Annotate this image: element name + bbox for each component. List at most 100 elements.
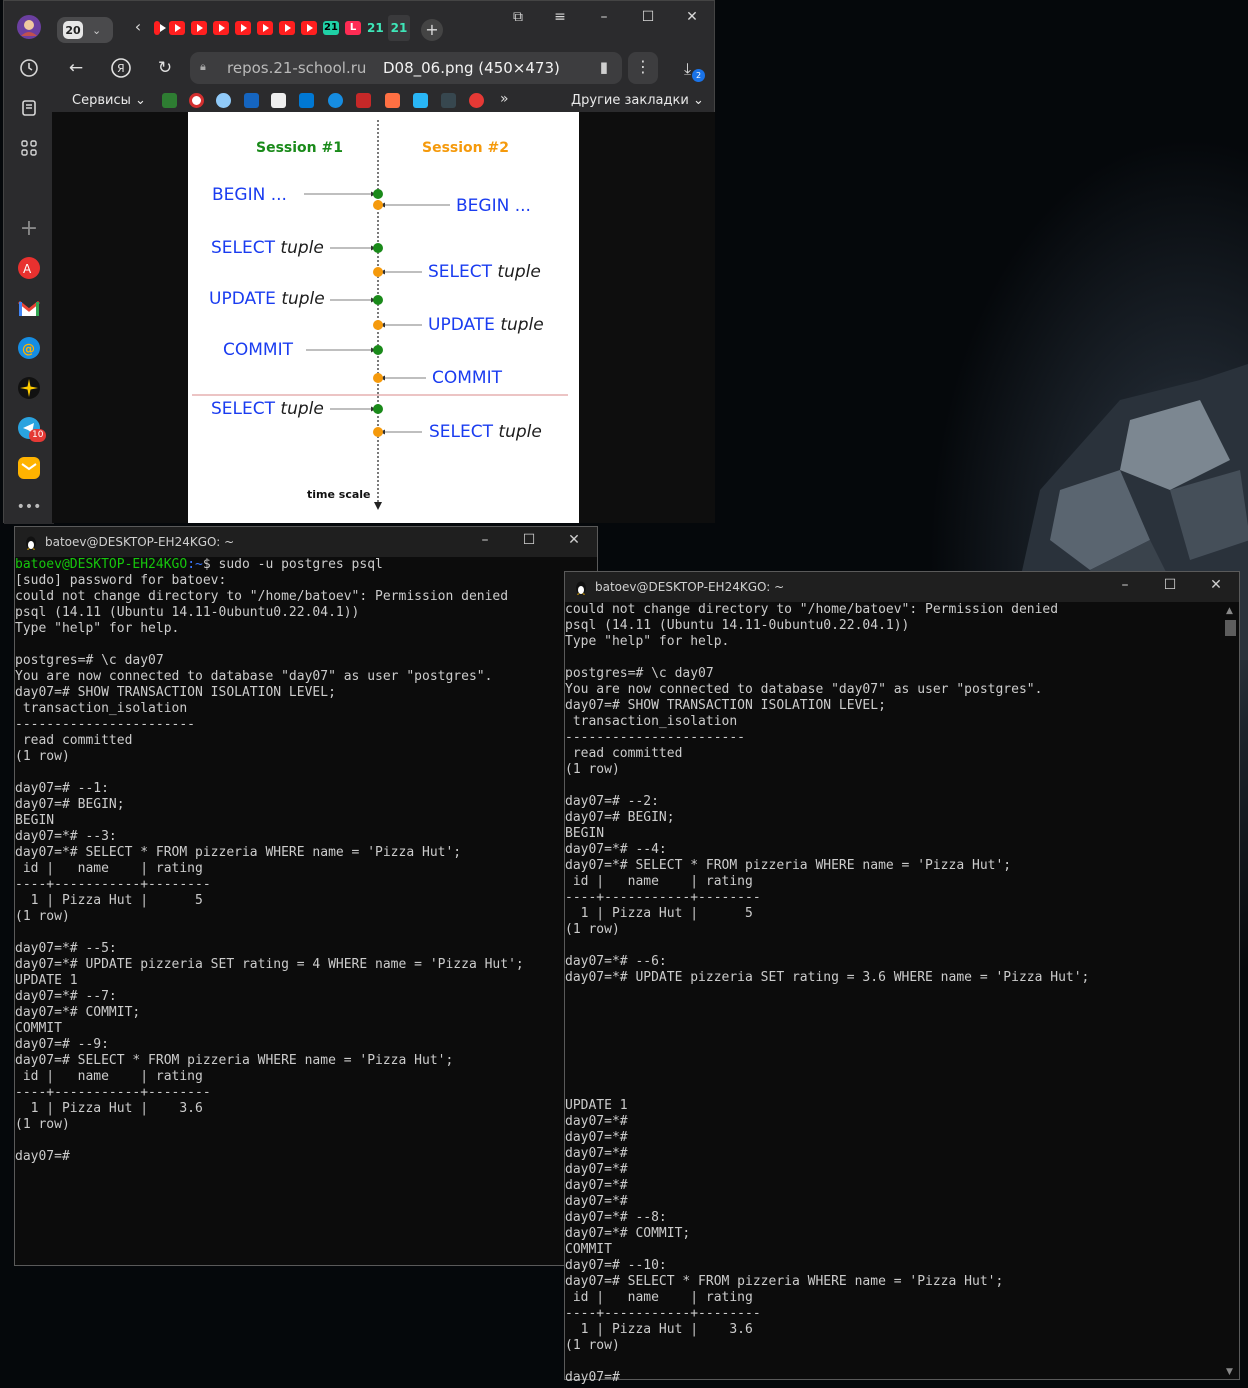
tab-favicon-youtube[interactable] bbox=[213, 21, 229, 35]
terminal-1-output[interactable]: batoev@DESKTOP-EH24KGO:~$ sudo -u postgr… bbox=[15, 557, 524, 1165]
session2-event-dot bbox=[373, 200, 383, 210]
maximize-button[interactable]: ☐ bbox=[634, 9, 662, 29]
tab-favicon-school21[interactable]: 21 bbox=[367, 21, 384, 35]
terminal-line: day07=# --2: bbox=[565, 794, 659, 809]
s1-step-cmd: SELECT bbox=[211, 238, 275, 258]
more-panels-icon[interactable]: ••• bbox=[15, 493, 43, 521]
more-options-button[interactable]: ⋮ bbox=[628, 52, 658, 84]
tab-count-button[interactable]: 20 ⌄ bbox=[57, 17, 113, 43]
navigation-bar: ← Я ↻ 🔒︎ repos.21-school.ru D08_06.png (… bbox=[54, 49, 714, 87]
bookmark-favicon[interactable] bbox=[189, 93, 204, 108]
terminal-1-titlebar[interactable]: batoev@DESKTOP-EH24KGO: ~ – ☐ ✕ bbox=[15, 527, 597, 557]
yandex-mail-icon[interactable] bbox=[15, 454, 43, 482]
bookmark-favicon[interactable] bbox=[385, 93, 400, 108]
bookmark-favicon[interactable] bbox=[162, 93, 177, 108]
back-arrow-icon[interactable]: ← bbox=[64, 57, 88, 81]
terminal-2-output[interactable]: could not change directory to "/home/bat… bbox=[565, 602, 1089, 1386]
terminal-1-minimize-button[interactable]: – bbox=[470, 532, 500, 548]
s2-step-obj: tuple bbox=[498, 422, 542, 442]
tab-favicon-school21[interactable]: 21 bbox=[323, 21, 339, 35]
downloads-icon[interactable]: ⤓ 2 bbox=[684, 59, 705, 82]
terminal-line: day07=*# --4: bbox=[565, 842, 667, 857]
telegram-icon[interactable]: 10 bbox=[15, 414, 47, 442]
mail-ru-icon[interactable]: @ bbox=[15, 334, 43, 362]
terminal-line: day07=*# --8: bbox=[565, 1210, 667, 1225]
terminal-2-scrollbar[interactable]: ▲ ▼ bbox=[1224, 606, 1237, 1377]
scroll-up-icon[interactable]: ▲ bbox=[1226, 606, 1233, 616]
other-bookmarks[interactable]: Другие закладки ⌄ bbox=[571, 93, 704, 108]
apps-grid-icon[interactable] bbox=[15, 134, 43, 162]
terminal-1-maximize-button[interactable]: ☐ bbox=[514, 532, 544, 548]
add-panel-icon[interactable]: + bbox=[15, 214, 43, 242]
tab-favicon-lms[interactable]: L bbox=[345, 21, 361, 35]
gmail-icon[interactable] bbox=[15, 294, 43, 322]
history-icon[interactable] bbox=[15, 54, 43, 82]
collections-icon[interactable] bbox=[15, 94, 43, 122]
tab-favicon-school21-active[interactable]: 21 bbox=[388, 15, 410, 41]
tab-favicon-youtube[interactable] bbox=[257, 21, 273, 35]
reload-icon[interactable]: ↻ bbox=[153, 57, 177, 81]
terminal-line: 1 | Pizza Hut | 3.6 bbox=[565, 1322, 753, 1337]
bookmark-favicon[interactable] bbox=[299, 93, 314, 108]
s1-step-obj: tuple bbox=[280, 238, 324, 258]
tab-favicon-youtube[interactable] bbox=[169, 21, 185, 35]
terminal-2-maximize-button[interactable]: ☐ bbox=[1155, 577, 1185, 593]
tab-favicon-youtube[interactable] bbox=[154, 21, 166, 35]
terminal-line: COMMIT bbox=[15, 1021, 62, 1036]
tab-favicon-youtube[interactable] bbox=[279, 21, 295, 35]
session1-header: Session #1 bbox=[256, 140, 343, 156]
s1-step-begin: BEGIN ... bbox=[212, 185, 287, 205]
bookmark-favicon[interactable] bbox=[469, 93, 484, 108]
s2-step-update: UPDATE tuple bbox=[428, 315, 544, 335]
bookmark-favicon[interactable] bbox=[328, 93, 343, 108]
bookmark-favicon[interactable] bbox=[244, 93, 259, 108]
terminal-2-minimize-button[interactable]: – bbox=[1110, 577, 1140, 593]
bookmark-favicon[interactable] bbox=[413, 93, 428, 108]
svg-text:Я: Я bbox=[117, 62, 125, 75]
profile-avatar[interactable] bbox=[15, 13, 43, 41]
terminal-line: psql (14.11 (Ubuntu 14.11-0ubuntu0.22.04… bbox=[15, 605, 360, 620]
s1-step-cmd: BEGIN ... bbox=[212, 185, 287, 205]
bookmarks-more-button[interactable]: » bbox=[500, 91, 509, 107]
bookmarks-panel-icon[interactable]: ⧉ bbox=[504, 9, 532, 29]
minimize-button[interactable]: – bbox=[590, 9, 618, 29]
tab-favicon-youtube[interactable] bbox=[235, 21, 251, 35]
tabs-scroll-left-icon[interactable]: ‹ bbox=[124, 17, 152, 37]
bookmark-favicon[interactable] bbox=[356, 93, 371, 108]
terminal-line: (1 row) bbox=[15, 749, 70, 764]
tab-favicon-youtube[interactable] bbox=[301, 21, 317, 35]
bookmark-favicon[interactable] bbox=[216, 93, 231, 108]
translate-app-icon[interactable]: A bbox=[15, 254, 43, 282]
scroll-down-icon[interactable]: ▼ bbox=[1226, 1367, 1233, 1377]
bookmark-icon[interactable]: ▮ bbox=[600, 58, 608, 76]
address-page-title: D08_06.png (450×473) bbox=[383, 59, 560, 77]
terminal-line: read committed bbox=[15, 733, 133, 748]
terminal-line: id | name | rating bbox=[15, 861, 203, 876]
yandex-icon[interactable]: Я bbox=[109, 57, 133, 81]
address-bar[interactable]: 🔒︎ repos.21-school.ru D08_06.png (450×47… bbox=[190, 52, 622, 84]
terminal-line: day07=*# UPDATE pizzeria SET rating = 4 … bbox=[15, 957, 524, 972]
terminal-2-titlebar[interactable]: batoev@DESKTOP-EH24KGO: ~ – ☐ ✕ bbox=[565, 572, 1239, 602]
close-button[interactable]: ✕ bbox=[678, 9, 706, 29]
session2-header: Session #2 bbox=[422, 140, 509, 156]
image-viewer: Session #1 Session #2 BEGIN ... SELECT t… bbox=[52, 112, 715, 523]
session2-event-dot bbox=[373, 320, 383, 330]
tab-count: 20 bbox=[63, 21, 83, 39]
terminal-1-close-button[interactable]: ✕ bbox=[559, 532, 589, 548]
terminal-2-close-button[interactable]: ✕ bbox=[1201, 577, 1231, 593]
bookmark-services[interactable]: Сервисы ⌄ bbox=[72, 93, 146, 108]
prompt-user: batoev@DESKTOP-EH24KGO bbox=[15, 557, 188, 572]
new-tab-button[interactable]: + bbox=[421, 19, 443, 41]
lock-icon: 🔒︎ bbox=[200, 60, 206, 73]
terminal-line: COMMIT bbox=[565, 1242, 612, 1257]
tab-favicon-youtube[interactable] bbox=[191, 21, 207, 35]
scrollbar-thumb[interactable] bbox=[1225, 620, 1236, 636]
zen-app-icon[interactable] bbox=[15, 374, 43, 402]
terminal-line: day07=*# COMMIT; bbox=[15, 1005, 141, 1020]
bookmark-favicon[interactable] bbox=[271, 93, 286, 108]
menu-icon[interactable]: ≡ bbox=[546, 9, 574, 29]
terminal-line: transaction_isolation bbox=[565, 714, 738, 729]
telegram-unread-badge: 10 bbox=[29, 429, 47, 442]
bookmark-favicon[interactable] bbox=[441, 93, 456, 108]
terminal-line: day07=# SELECT * FROM pizzeria WHERE nam… bbox=[15, 1053, 454, 1068]
